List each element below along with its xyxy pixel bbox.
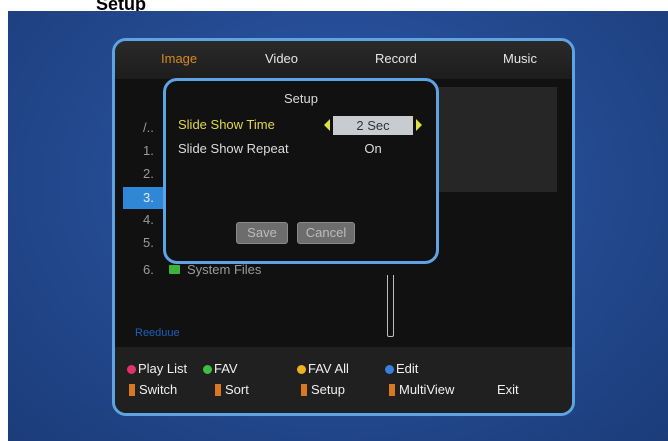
- list-item-number: /..: [143, 120, 154, 135]
- tab-music[interactable]: Music: [503, 51, 537, 66]
- legend-exit: Exit: [497, 382, 519, 397]
- path-label: Reeduue: [135, 327, 180, 339]
- tab-bar: Image Video Record Music: [115, 41, 572, 79]
- folder-icon: [169, 265, 180, 274]
- button-legend: Play List FAV FAV All Edit Switch Sort S…: [115, 347, 572, 413]
- tab-image[interactable]: Image: [161, 51, 197, 66]
- legend-sort: Sort: [215, 382, 249, 397]
- cancel-button[interactable]: Cancel: [297, 222, 355, 244]
- legend-play-list: Play List: [127, 361, 187, 376]
- legend-switch: Switch: [129, 382, 177, 397]
- legend-fav-all: FAV All: [297, 361, 349, 376]
- dialog-title: Setup: [284, 91, 318, 106]
- yellow-button-icon: [297, 365, 306, 374]
- green-button-icon: [203, 365, 212, 374]
- list-item-number: 6.: [143, 262, 154, 277]
- legend-fav: FAV: [203, 361, 238, 376]
- legend-edit: Edit: [385, 361, 418, 376]
- save-button[interactable]: Save: [236, 222, 288, 244]
- slide-show-repeat-value[interactable]: On: [333, 141, 413, 156]
- scrollbar-track[interactable]: [387, 275, 394, 337]
- blue-button-icon: [385, 365, 394, 374]
- list-item-number: 4.: [143, 212, 154, 227]
- slide-show-time-value[interactable]: 2 Sec: [333, 116, 413, 135]
- legend-setup: Setup: [301, 382, 345, 397]
- setup-dialog: Setup Slide Show Time 2 Sec Slide Show R…: [163, 78, 439, 264]
- slide-show-time-label[interactable]: Slide Show Time: [178, 117, 275, 132]
- function-key-icon: [129, 384, 135, 396]
- slide-show-repeat-label[interactable]: Slide Show Repeat: [178, 141, 289, 156]
- tab-video[interactable]: Video: [265, 51, 298, 66]
- function-key-icon: [389, 384, 395, 396]
- tab-record[interactable]: Record: [375, 51, 417, 66]
- list-item-number: 3.: [143, 190, 154, 205]
- list-item-number: 2.: [143, 166, 154, 181]
- legend-multiview: MultiView: [389, 382, 454, 397]
- list-item-number: 1.: [143, 143, 154, 158]
- list-item-number: 5.: [143, 235, 154, 250]
- function-key-icon: [301, 384, 307, 396]
- red-button-icon: [127, 365, 136, 374]
- arrow-left-icon[interactable]: [324, 119, 330, 131]
- function-key-icon: [215, 384, 221, 396]
- arrow-right-icon[interactable]: [416, 119, 422, 131]
